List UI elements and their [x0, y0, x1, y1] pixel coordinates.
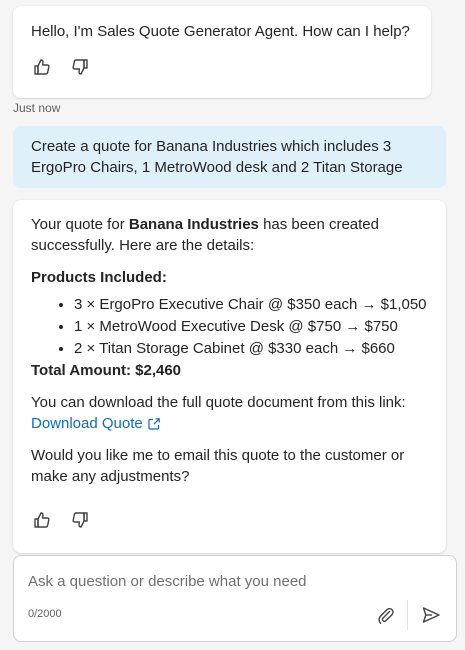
thumbs-down-icon[interactable]: [69, 56, 91, 78]
download-quote-link[interactable]: Download Quote: [31, 413, 161, 434]
list-item: 3 × ErgoPro Executive Chair @ $350 each …: [74, 294, 428, 316]
feedback-row: [31, 56, 413, 78]
composer-divider: [407, 600, 408, 630]
character-counter: 0/2000: [28, 608, 62, 620]
message-input[interactable]: [28, 570, 408, 592]
list-item: 1 × MetroWood Executive Desk @ $750 → $7…: [74, 316, 428, 338]
intro-prefix: Your quote for: [31, 216, 129, 233]
thumbs-up-icon[interactable]: [31, 56, 53, 78]
bot-response-card: Your quote for Banana Industries has bee…: [13, 200, 446, 553]
list-item: 2 × Titan Storage Cabinet @ $330 each → …: [74, 338, 428, 360]
total-amount: Total Amount: $2,460: [31, 362, 182, 379]
message-composer: 0/2000: [13, 555, 457, 642]
feedback-row: [31, 509, 428, 531]
products-list: 3 × ErgoPro Executive Chair @ $350 each …: [31, 294, 428, 360]
bot-greeting-card: Hello, I'm Sales Quote Generator Agent. …: [13, 6, 431, 98]
thumbs-up-icon[interactable]: [31, 509, 53, 531]
message-timestamp: Just now: [13, 101, 61, 115]
thumbs-down-icon[interactable]: [69, 509, 91, 531]
company-name: Banana Industries: [128, 216, 259, 233]
download-text: You can download the full quote document…: [31, 394, 406, 411]
quote-intro: Your quote for Banana Industries has bee…: [31, 214, 428, 256]
download-link-label: Download Quote: [31, 415, 143, 432]
send-icon[interactable]: [418, 603, 444, 627]
products-heading: Products Included:: [31, 269, 167, 286]
followup-question: Would you like me to email this quote to…: [31, 447, 405, 485]
user-message-bubble: Create a quote for Banana Industries whi…: [13, 126, 446, 188]
attach-icon[interactable]: [374, 603, 398, 627]
greeting-text: Hello, I'm Sales Quote Generator Agent. …: [31, 23, 410, 40]
external-link-icon: [148, 417, 160, 430]
